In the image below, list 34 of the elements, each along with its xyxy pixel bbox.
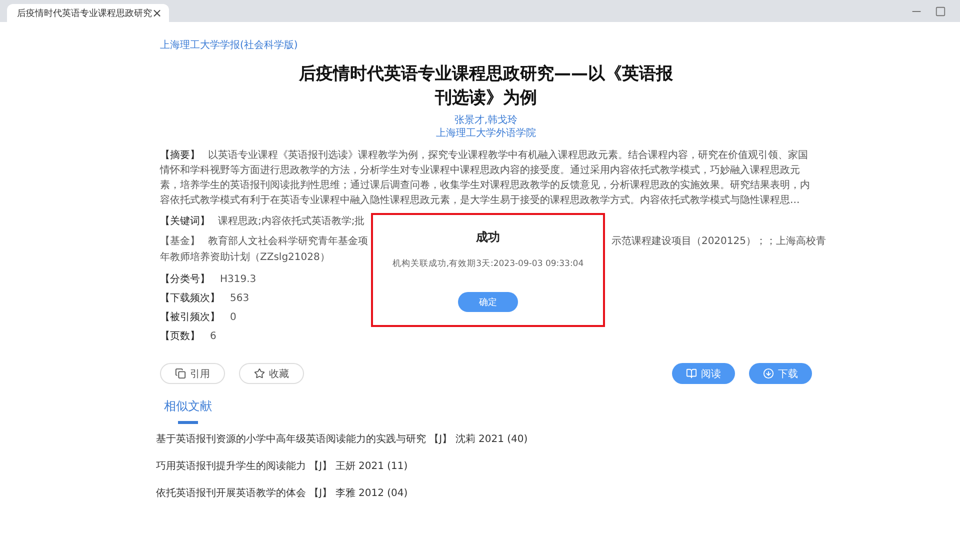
close-button[interactable]: × [152,7,162,19]
field-value: 0 [230,311,236,324]
field-label: 【分类号】 [160,273,210,286]
keywords: 【关键词】 课程思政;内容依托式英语教学;批 [160,215,365,229]
abstract: 【摘要】 以英语专业课程《英语报刊选读》课程教学为例，探究专业课程教学中有机融入课程思政元素。结合课程内容，研究在价值观引领、家国情怀和学科视野等方面进行思政教学的方法，分析学生对专业课程中课程思政内容的接受度。通过采用内容依托式教学模式，巧妙融入课程思政元素，培养学生的英语报刊阅读批判性思维；通过课后调查问卷，收集学生对课程思政教学的反馈意见，分析课程思政的实施效果。研究结果表明，内容依托式教学模式有利于在英语专业课程中融入隐性课程思政元素，是大学生易于接受的课程思政教学方式。内容依托式教学模式与隐性课程思... [160,148,811,208]
field-value: 6 [210,330,216,343]
download-icon [763,368,774,379]
field-label: 【被引频次】 [160,311,220,324]
book-icon [686,368,697,379]
fund-label: 【基金】 [160,235,200,249]
fund-text: 示范课程建设项目（2020125）；；上海高校青 [611,235,826,249]
field-value: 563 [230,292,250,305]
field-label: 【下载频次】 [160,292,220,305]
maximize-icon[interactable] [935,6,946,16]
affiliation: 上海理工大学外语学院 [435,127,537,140]
field-label: 【页数】 [160,330,200,343]
fund-text: 年教师培养资助计划（ZZslg21028） [160,251,330,265]
tab[interactable]: 相似文献 [164,398,212,421]
related-article-link[interactable]: 基于英语报刊资源的小学中高年级英语阅读能力的实践与研究 【J】 沈莉 2021 (40) [156,433,812,446]
fund-text: 教育部人文社会科学研究青年基金项 [208,235,368,249]
outline-button[interactable]: 引用 [160,363,225,384]
dialog-message: 机构关联成功,有效期3天:2023-09-03 09:33:04 [392,258,584,270]
tab-title: 后疫情时代英语专业课程思政研究 [17,8,152,20]
related-article-link[interactable]: 依托英语报刊开展英语教学的体会 【J】 李雅 2012 (04) [156,487,812,500]
browser-tab[interactable]: 后疫情时代英语专业课程思政研究× [7,4,169,22]
related-article-link[interactable]: 巧用英语报刊提升学生的阅读能力 【J】 王妍 2021 (11) [156,460,812,473]
authors: 张景才,韩戈玲 [453,114,519,127]
copy-icon [175,368,186,379]
star-icon [254,368,265,379]
article-title: 后疫情时代英语专业课程思政研究——以《英语报刊选读》为例 [298,63,674,110]
field-value: H319.3 [220,273,256,286]
journal-link[interactable]: 上海理工大学学报(社会科学版) [160,38,298,52]
outline-button[interactable]: 收藏 [239,363,304,384]
dialog-title: 成功 [476,229,500,246]
